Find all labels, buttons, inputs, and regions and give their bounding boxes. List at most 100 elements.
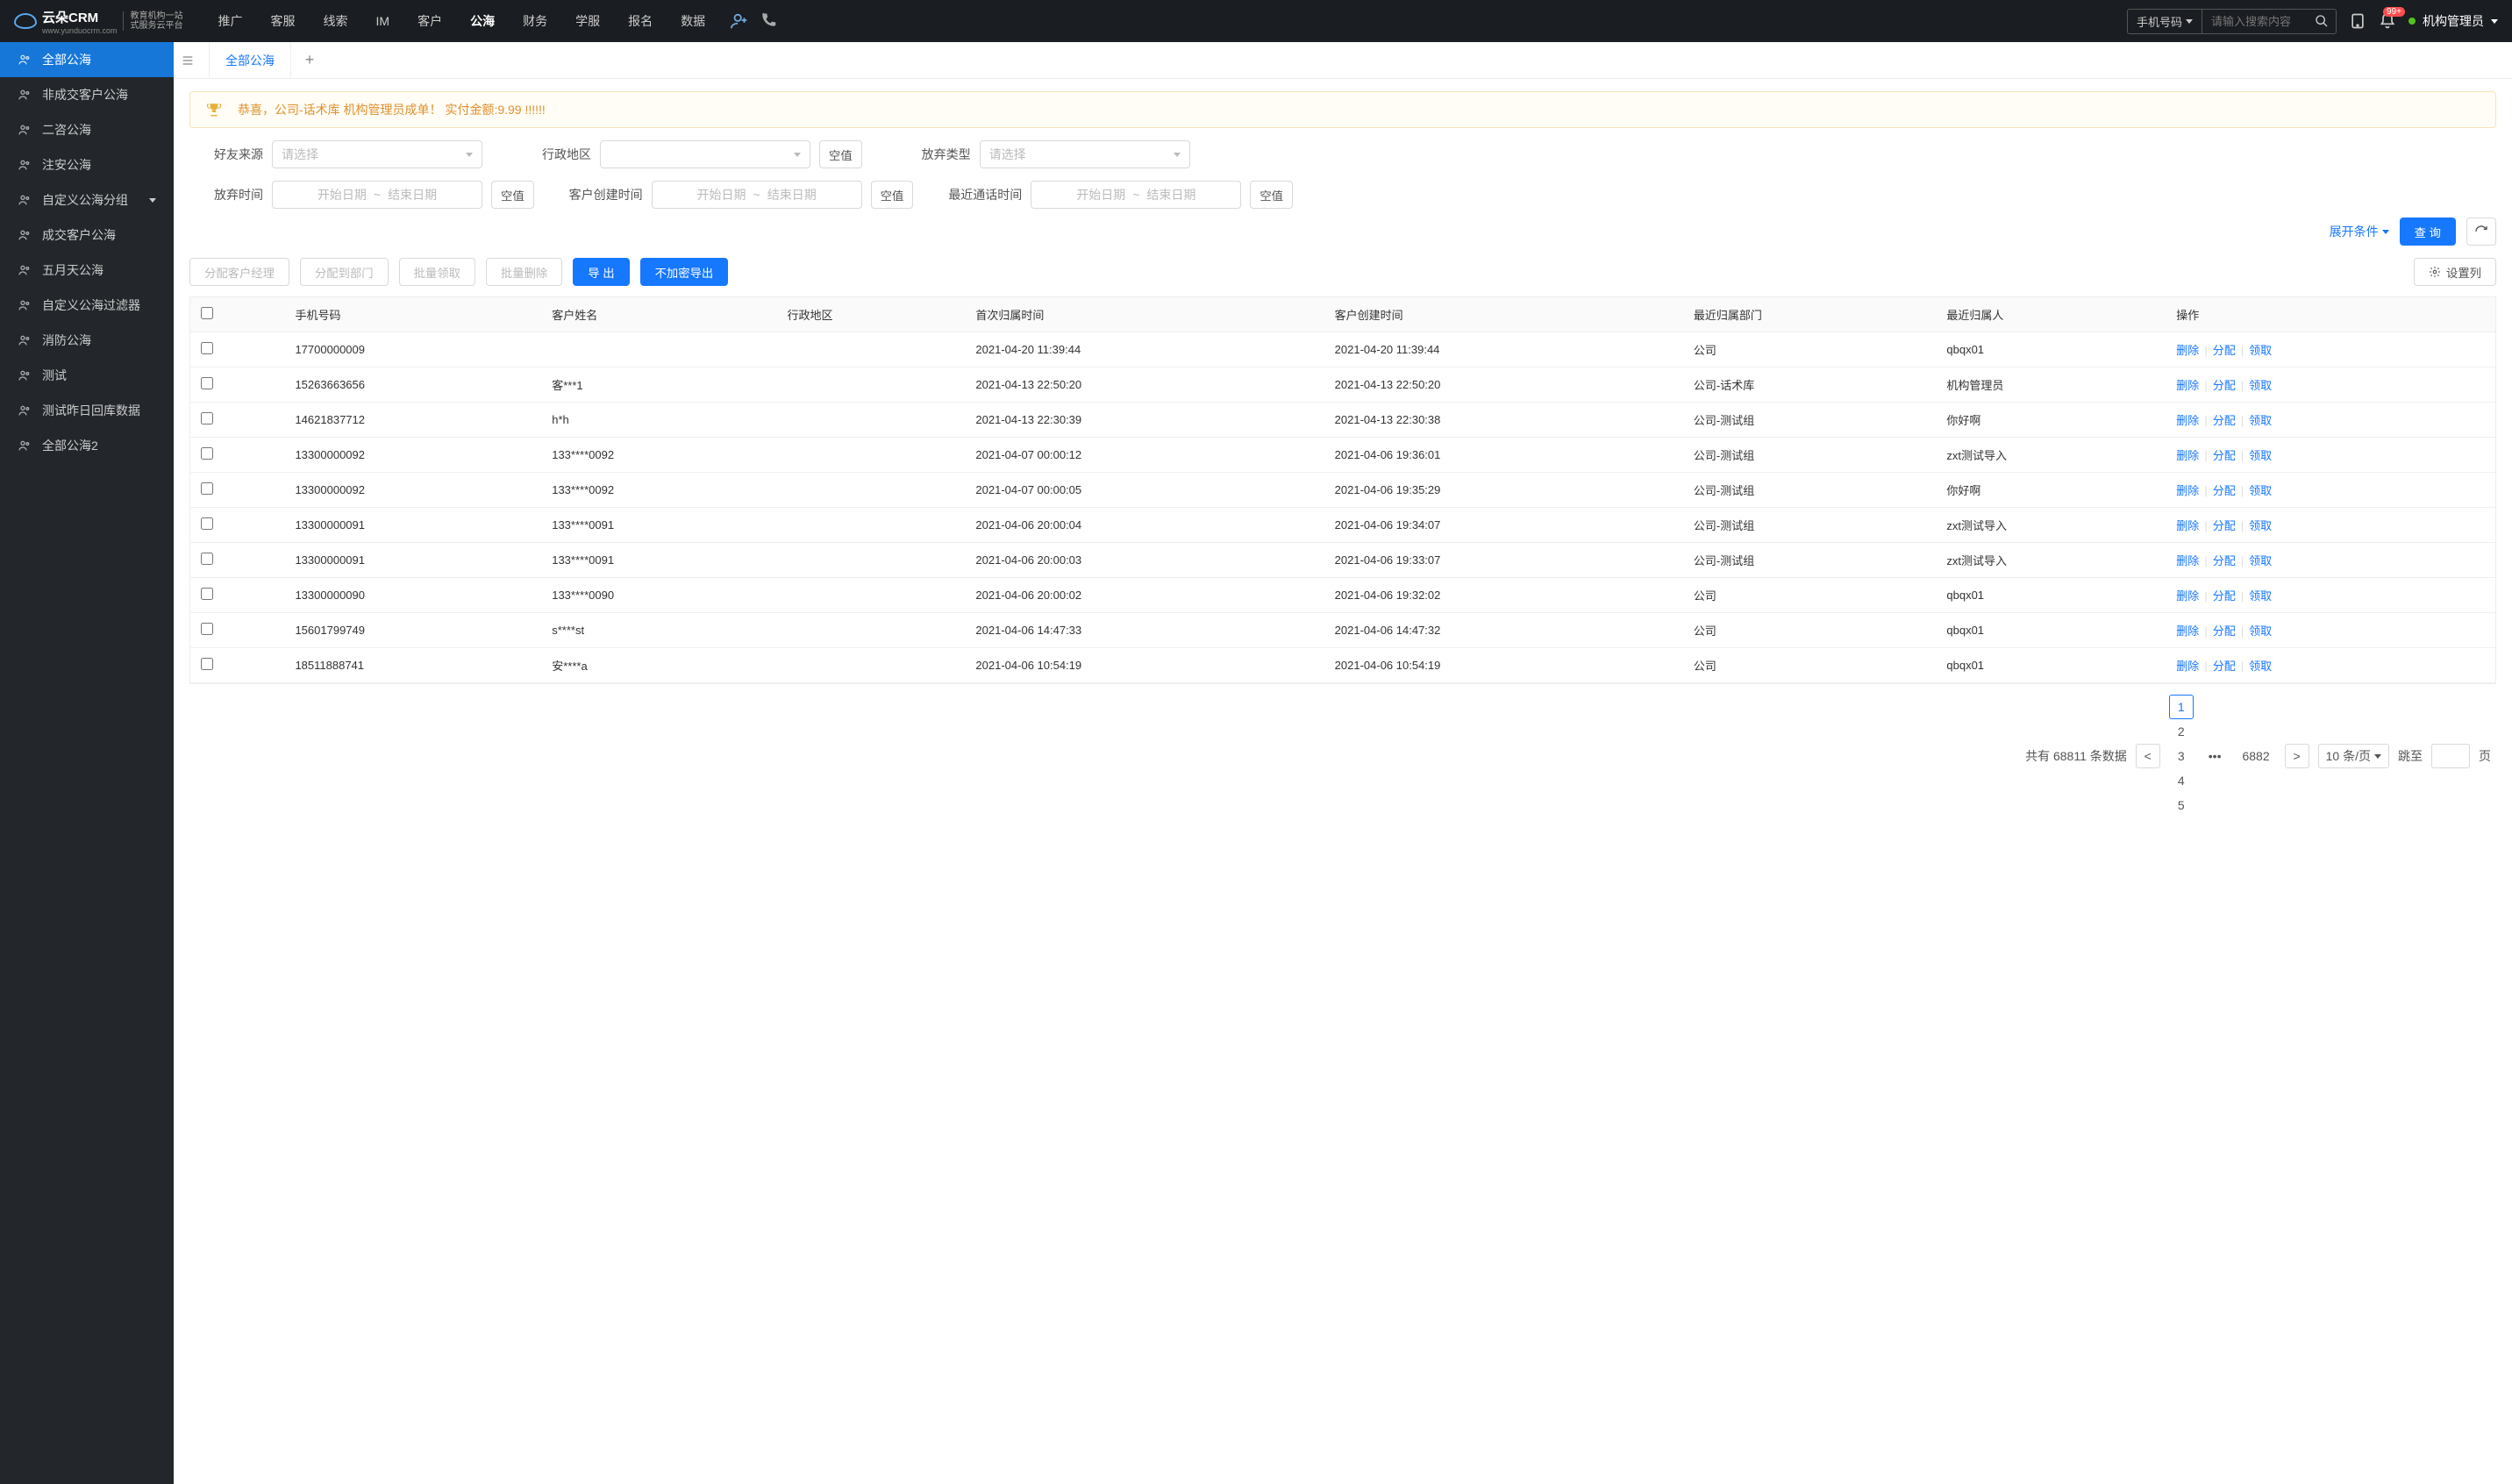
export-plain-button[interactable]: 不加密导出 [640, 258, 729, 286]
row-assign-link[interactable]: 分配 [2213, 414, 2236, 427]
page-number[interactable]: 2 [2169, 719, 2194, 744]
assign-dept-button[interactable]: 分配到部门 [300, 258, 389, 286]
row-checkbox[interactable] [201, 482, 213, 495]
row-claim-link[interactable]: 领取 [2249, 624, 2272, 638]
row-assign-link[interactable]: 分配 [2213, 484, 2236, 497]
row-assign-link[interactable]: 分配 [2213, 660, 2236, 673]
row-claim-link[interactable]: 领取 [2249, 519, 2272, 532]
sidebar-item[interactable]: 自定义公海过滤器 [0, 288, 174, 323]
row-checkbox[interactable] [201, 342, 213, 354]
row-assign-link[interactable]: 分配 [2213, 379, 2236, 392]
row-delete-link[interactable]: 删除 [2176, 660, 2199, 673]
sidebar-item[interactable]: 测试昨日回库数据 [0, 393, 174, 428]
row-delete-link[interactable]: 删除 [2176, 624, 2199, 638]
last-call-empty-button[interactable]: 空值 [1250, 181, 1293, 209]
row-checkbox[interactable] [201, 517, 213, 530]
search-type-select[interactable]: 手机号码 [2128, 10, 2202, 33]
query-button[interactable]: 查 询 [2400, 218, 2456, 246]
row-assign-link[interactable]: 分配 [2213, 624, 2236, 638]
batch-delete-button[interactable]: 批量删除 [486, 258, 562, 286]
row-delete-link[interactable]: 删除 [2176, 379, 2199, 392]
tab-add-button[interactable]: + [291, 51, 328, 69]
nav-item[interactable]: 公海 [456, 0, 509, 42]
tab-all-sea[interactable]: 全部公海 [209, 42, 291, 79]
sidebar-item[interactable]: 成交客户公海 [0, 218, 174, 253]
nav-item[interactable]: 报名 [614, 0, 667, 42]
range-create-time[interactable]: 开始日期~结束日期 [652, 181, 862, 209]
export-button[interactable]: 导 出 [573, 258, 629, 286]
set-columns-button[interactable]: 设置列 [2414, 258, 2496, 286]
jump-page-input[interactable] [2431, 744, 2470, 768]
page-ellipsis[interactable]: ••• [2202, 744, 2228, 768]
add-user-icon[interactable] [730, 11, 749, 31]
select-region[interactable] [600, 140, 810, 168]
nav-item[interactable]: 客服 [257, 0, 310, 42]
row-assign-link[interactable]: 分配 [2213, 554, 2236, 567]
row-claim-link[interactable]: 领取 [2249, 554, 2272, 567]
row-claim-link[interactable]: 领取 [2249, 660, 2272, 673]
row-delete-link[interactable]: 删除 [2176, 344, 2199, 357]
page-number[interactable]: 3 [2169, 744, 2194, 768]
row-delete-link[interactable]: 删除 [2176, 484, 2199, 497]
sidebar-item[interactable]: 全部公海 [0, 42, 174, 77]
nav-item[interactable]: IM [362, 0, 404, 42]
row-checkbox[interactable] [201, 377, 213, 389]
nav-item[interactable]: 学服 [561, 0, 614, 42]
row-checkbox[interactable] [201, 623, 213, 635]
row-claim-link[interactable]: 领取 [2249, 449, 2272, 462]
page-number[interactable]: 5 [2169, 793, 2194, 817]
row-checkbox[interactable] [201, 447, 213, 460]
sidebar-item[interactable]: 消防公海 [0, 323, 174, 358]
tablet-icon[interactable] [2349, 12, 2366, 30]
range-last-call[interactable]: 开始日期~结束日期 [1031, 181, 1241, 209]
sidebar-item[interactable]: 非成交客户公海 [0, 77, 174, 112]
tabs-collapse-icon[interactable] [181, 54, 209, 68]
expand-filters-link[interactable]: 展开条件 [2330, 223, 2389, 240]
row-claim-link[interactable]: 领取 [2249, 344, 2272, 357]
row-assign-link[interactable]: 分配 [2213, 589, 2236, 603]
search-input[interactable] [2202, 11, 2308, 32]
nav-item[interactable]: 推广 [204, 0, 257, 42]
row-assign-link[interactable]: 分配 [2213, 344, 2236, 357]
row-claim-link[interactable]: 领取 [2249, 589, 2272, 603]
nav-item[interactable]: 财务 [509, 0, 561, 42]
nav-item[interactable]: 数据 [667, 0, 719, 42]
page-last[interactable]: 6882 [2236, 744, 2275, 768]
notification-bell[interactable]: 99+ [2379, 12, 2396, 30]
sidebar-item[interactable]: 五月天公海 [0, 253, 174, 288]
create-time-empty-button[interactable]: 空值 [871, 181, 914, 209]
page-number[interactable]: 1 [2169, 695, 2194, 719]
row-claim-link[interactable]: 领取 [2249, 414, 2272, 427]
row-claim-link[interactable]: 领取 [2249, 379, 2272, 392]
search-button[interactable] [2308, 11, 2336, 32]
assign-manager-button[interactable]: 分配客户经理 [189, 258, 289, 286]
row-delete-link[interactable]: 删除 [2176, 449, 2199, 462]
phone-icon[interactable] [760, 11, 779, 31]
user-menu[interactable]: 机构管理员 [2409, 12, 2498, 30]
row-checkbox[interactable] [201, 588, 213, 600]
region-empty-button[interactable]: 空值 [819, 140, 862, 168]
batch-claim-button[interactable]: 批量领取 [399, 258, 475, 286]
select-friend-from[interactable]: 请选择 [272, 140, 482, 168]
nav-item[interactable]: 客户 [403, 0, 456, 42]
sidebar-item[interactable]: 注安公海 [0, 147, 174, 182]
row-delete-link[interactable]: 删除 [2176, 519, 2199, 532]
nav-item[interactable]: 线索 [310, 0, 362, 42]
abandon-time-empty-button[interactable]: 空值 [491, 181, 534, 209]
row-checkbox[interactable] [201, 412, 213, 425]
refresh-button[interactable] [2466, 218, 2496, 246]
row-checkbox[interactable] [201, 553, 213, 565]
sidebar-item[interactable]: 自定义公海分组 [0, 182, 174, 218]
row-assign-link[interactable]: 分配 [2213, 449, 2236, 462]
sidebar-item[interactable]: 测试 [0, 358, 174, 393]
page-number[interactable]: 4 [2169, 768, 2194, 793]
row-checkbox[interactable] [201, 658, 213, 670]
select-abandon-type[interactable]: 请选择 [980, 140, 1190, 168]
row-delete-link[interactable]: 删除 [2176, 589, 2199, 603]
page-size-select[interactable]: 10 条/页 [2318, 744, 2389, 768]
row-assign-link[interactable]: 分配 [2213, 519, 2236, 532]
prev-page-button[interactable]: < [2136, 744, 2160, 768]
next-page-button[interactable]: > [2285, 744, 2309, 768]
range-abandon-time[interactable]: 开始日期~结束日期 [272, 181, 482, 209]
row-claim-link[interactable]: 领取 [2249, 484, 2272, 497]
